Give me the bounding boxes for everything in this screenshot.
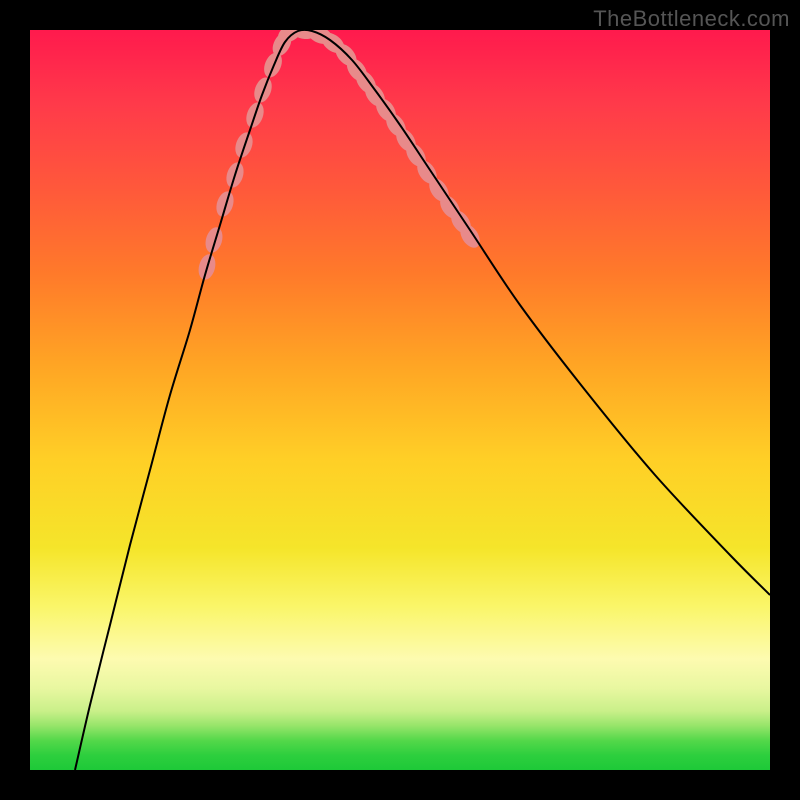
- highlight-dots: [196, 30, 484, 282]
- plot-area: [30, 30, 770, 770]
- bottleneck-curve: [75, 30, 770, 770]
- watermark-text: TheBottleneck.com: [593, 6, 790, 32]
- highlight-dot: [203, 225, 226, 254]
- highlight-dot: [213, 189, 236, 219]
- chart-frame: TheBottleneck.com: [0, 0, 800, 800]
- curve-layer: [30, 30, 770, 770]
